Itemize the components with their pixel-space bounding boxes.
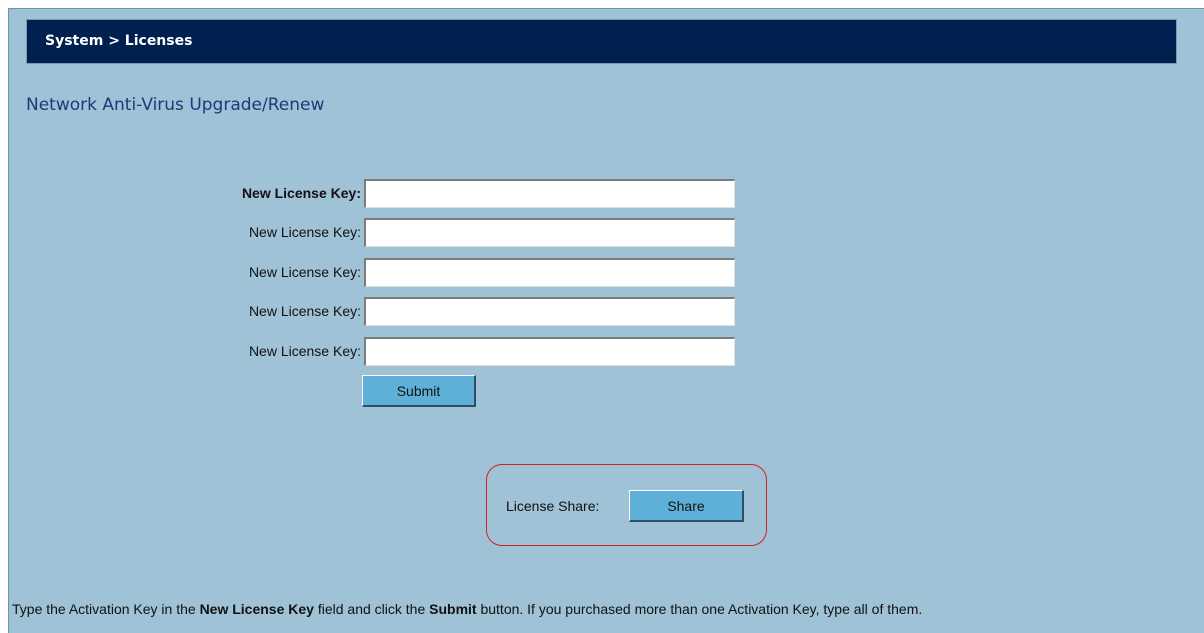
license-key-row: New License Key: <box>0 337 1204 366</box>
share-button[interactable]: Share <box>629 490 744 522</box>
license-key-row: New License Key: <box>0 258 1204 287</box>
license-key-label: New License Key: <box>248 303 361 319</box>
submit-button[interactable]: Submit <box>362 375 476 407</box>
page-title: Network Anti-Virus Upgrade/Renew <box>26 95 325 115</box>
license-key-row: New License Key: <box>0 218 1204 247</box>
header-bar: System > Licenses <box>26 19 1177 64</box>
license-key-label: New License Key: <box>248 224 361 240</box>
license-key-label: New License Key: <box>241 185 361 201</box>
license-key-row: New License Key: <box>0 297 1204 326</box>
license-key-row: New License Key: <box>0 179 1204 208</box>
license-key-input-3[interactable] <box>364 258 735 287</box>
license-key-input-4[interactable] <box>364 297 735 326</box>
license-share-label: License Share: <box>506 498 600 514</box>
license-key-input-1[interactable] <box>364 179 735 208</box>
license-key-label: New License Key: <box>248 264 361 280</box>
help-text-button-name: Submit <box>429 601 477 617</box>
license-key-input-5[interactable] <box>364 337 735 366</box>
license-key-label: New License Key: <box>248 343 361 359</box>
help-text: Type the Activation Key in the New Licen… <box>12 601 922 617</box>
help-text-part: field and click the <box>313 601 430 617</box>
help-text-field-name: New License Key <box>199 601 314 617</box>
license-key-input-2[interactable] <box>364 218 735 247</box>
help-text-part: Type the Activation Key in the <box>12 601 200 617</box>
breadcrumb: System > Licenses <box>45 33 193 49</box>
help-text-part: button. If you purchased more than one A… <box>476 601 923 617</box>
